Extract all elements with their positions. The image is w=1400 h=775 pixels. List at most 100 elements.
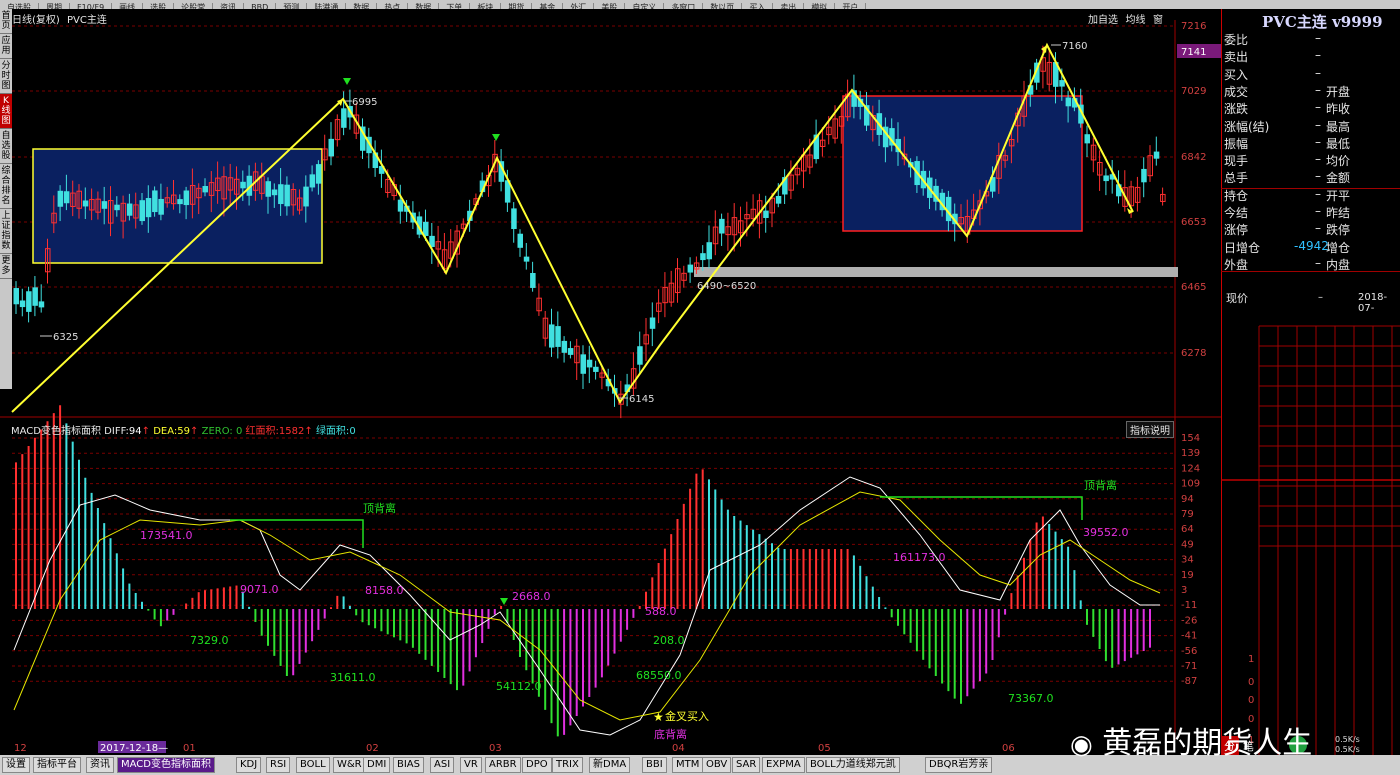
quote-row: 买入 – <box>1224 66 1400 83</box>
intraday-mini-chart: 10001分 笔0.5K/s0.5K/s <box>1221 325 1400 755</box>
indicator-tab[interactable]: RSI <box>266 757 291 773</box>
macd-tick-label: 94 <box>1181 494 1194 505</box>
quote-field-label-2: 最低 <box>1326 136 1351 151</box>
quote-field-label-2: 昨结 <box>1326 206 1351 220</box>
quote-field-value: – <box>1315 31 1321 45</box>
candle-body <box>152 190 158 213</box>
quote-field-label-2: 最高 <box>1326 119 1351 134</box>
macd-tick-label: -87 <box>1181 676 1197 687</box>
indicator-tab[interactable]: EXPMA <box>762 757 805 773</box>
price-annotation-high1: 6995 <box>352 97 377 108</box>
macd-tick-label: 124 <box>1181 463 1200 474</box>
indicator-tab[interactable]: DMI <box>363 757 391 773</box>
quote-field-label: 现手 <box>1224 154 1249 169</box>
macd-tick-label: -11 <box>1181 600 1197 611</box>
candle-body <box>101 201 108 209</box>
quote-row: 涨停 – 跌停 <box>1224 221 1400 238</box>
quote-row: 涨幅(结) – 最高 <box>1224 118 1400 135</box>
candle-body <box>700 253 706 261</box>
quote-field-label: 今结 <box>1224 206 1249 220</box>
kline-chart[interactable]: 7216 7029 6842 6653 6465 6278 7141 154 139 124 109… <box>0 0 1221 775</box>
indicator-tab[interactable]: BBI <box>642 757 667 773</box>
quote-field-label: 持仓 <box>1224 188 1249 203</box>
quote-row: 成交 – 开盘 <box>1224 83 1400 100</box>
consolidation-box-1 <box>32 148 323 264</box>
indicator-tab[interactable]: OBV <box>702 757 732 773</box>
indicator-tab[interactable]: BOLL <box>296 757 330 773</box>
price-tick-label: 6278 <box>1181 348 1206 359</box>
quote-field-label-2: 增仓 <box>1326 240 1351 255</box>
diff-label: DIFF: <box>104 426 129 437</box>
indicator-tab[interactable]: 新DMA <box>589 757 631 773</box>
candle-body <box>1141 168 1147 183</box>
macd-indicator-name[interactable]: MACD变色指标面积 <box>11 426 101 437</box>
macd-tick-label: 139 <box>1181 448 1200 459</box>
candle-body <box>555 326 561 347</box>
net-up-speed: 0.5K/s <box>1335 735 1360 744</box>
indicator-tab[interactable]: ASI <box>430 757 455 773</box>
quote-field-value: – <box>1315 65 1321 80</box>
indicator-tab[interactable]: BIAS <box>393 757 424 773</box>
candle-body <box>32 287 38 306</box>
quote-field-label: 卖出 <box>1224 50 1249 65</box>
bottom-divergence-label: 底背离 <box>654 727 687 741</box>
top-divergence-bracket <box>880 496 1083 520</box>
weibo-icon: ◉ <box>1070 730 1093 760</box>
buy-signal-arrow-icon <box>500 598 508 605</box>
macd-area-label: 588.0 <box>645 605 677 618</box>
candle-body <box>511 208 517 230</box>
indicator-tab[interactable]: TRIX <box>552 757 583 773</box>
indicator-tab[interactable]: 设置 <box>2 757 30 773</box>
macd-tick-label: 154 <box>1181 433 1200 444</box>
time-axis-label: 04 <box>672 743 685 754</box>
quote-field-label: 日增仓 <box>1224 240 1261 255</box>
top-divergence-label: 顶背离 <box>1084 478 1117 492</box>
indicator-tab[interactable]: SAR <box>732 757 761 773</box>
candle-body <box>315 164 322 184</box>
quote-field-label-2: 开平 <box>1326 188 1351 203</box>
indicator-tab[interactable]: DBQR岩芳亲 <box>925 757 993 773</box>
red-area-label: 红面积: <box>245 426 279 437</box>
macd-area-label: 7329.0 <box>190 634 229 647</box>
time-axis-label: 01 <box>183 743 196 754</box>
quote-row: 持仓 – 开平 <box>1224 187 1400 204</box>
time-axis-label: 02 <box>366 743 379 754</box>
indicator-tab[interactable]: VR <box>460 757 482 773</box>
candle-body <box>423 221 429 236</box>
quote-field-label: 买入 <box>1224 67 1249 82</box>
macd-area-label: 73367.0 <box>1008 692 1054 705</box>
indicator-tab[interactable]: DPO <box>522 757 552 773</box>
candle-body <box>183 190 190 206</box>
indicator-tab[interactable]: 指标平台 <box>33 757 81 773</box>
quote-field-label: 涨跌 <box>1224 102 1249 117</box>
candle-body <box>1059 80 1065 87</box>
indicator-tab[interactable]: MTM <box>672 757 704 773</box>
candle-body <box>82 200 89 207</box>
indicator-tab[interactable]: ARBR <box>485 757 521 773</box>
quote-field-label: 成交 <box>1224 84 1249 99</box>
price-tick-label: 7216 <box>1181 21 1206 32</box>
golden-cross-star-icon: ★ <box>653 710 664 724</box>
time-axis-label: 12 <box>14 743 27 754</box>
candle-body <box>19 300 26 308</box>
indicator-tab[interactable]: KDJ <box>236 757 262 773</box>
diff-value: 94 <box>128 426 142 437</box>
candle-body <box>517 233 523 248</box>
indicator-tab[interactable]: MACD变色指标面积 <box>117 757 215 773</box>
candle-body <box>549 324 555 348</box>
candle-body <box>397 199 404 212</box>
macd-tick-label: -56 <box>1181 646 1197 657</box>
indicator-tab[interactable]: W&R <box>333 757 366 773</box>
quote-row: 日增仓 -4942 增仓 <box>1224 239 1400 256</box>
quote-divider <box>1221 271 1400 272</box>
indicator-tab[interactable]: 资讯 <box>86 757 114 773</box>
candle-body <box>145 198 152 218</box>
quote-field-label: 委比 <box>1224 33 1249 47</box>
macd-area-label: 68550.0 <box>636 669 682 682</box>
candle-body <box>523 256 530 262</box>
quote-field-value: – <box>1315 152 1321 167</box>
price-label: 现价 <box>1226 292 1248 305</box>
quote-field-label-2: 跌停 <box>1326 223 1351 238</box>
indicator-help-button[interactable]: 指标说明 <box>1126 421 1174 438</box>
indicator-tab[interactable]: BOLL力道线郑元凯 <box>806 757 900 773</box>
